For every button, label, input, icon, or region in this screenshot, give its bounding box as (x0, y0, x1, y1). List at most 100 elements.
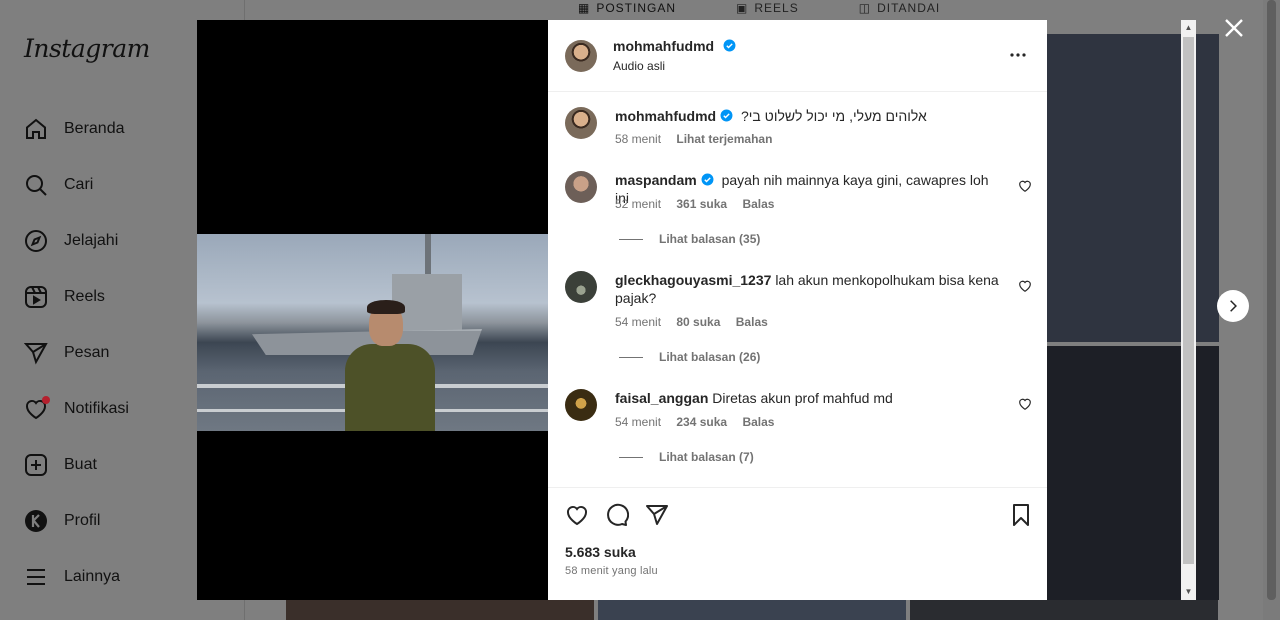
sidebar-item-jelajahi[interactable]: Jelajahi (24, 221, 118, 261)
more-options-button[interactable] (1009, 46, 1027, 64)
comment-time: 54 menit (615, 315, 662, 329)
post-like-count[interactable]: 5.683 suka (565, 544, 636, 560)
reply-button[interactable]: Balas (742, 415, 774, 429)
sidebar-item-label: Jelajahi (64, 232, 119, 249)
reels-icon (24, 285, 48, 309)
video-frame (197, 234, 548, 431)
divider (619, 356, 643, 358)
tab-ditandai[interactable]: ◫ DITANDAI (859, 0, 940, 16)
view-replies-label: Lihat balasan (26) (659, 350, 761, 364)
view-replies-button[interactable]: Lihat balasan (35) (619, 232, 760, 246)
next-post-button[interactable] (1217, 290, 1249, 322)
comment-username[interactable]: maspandam (615, 172, 697, 188)
avatar[interactable] (565, 107, 597, 139)
like-comment-heart-icon[interactable] (1018, 397, 1032, 411)
view-replies-label: Lihat balasan (7) (659, 450, 754, 464)
like-heart-icon[interactable] (565, 503, 589, 527)
reply-button[interactable]: Balas (742, 197, 774, 211)
sidebar-item-label: Lainnya (64, 568, 121, 585)
divider (619, 456, 643, 458)
post-author-username[interactable]: mohmahfudmd (613, 38, 714, 54)
compass-icon (24, 229, 48, 253)
search-icon (24, 173, 48, 197)
scroll-down-arrow-icon[interactable]: ▼ (1184, 587, 1193, 596)
comment-text: Diretas akun prof mahfud md (712, 390, 893, 406)
verified-badge-icon (723, 39, 736, 52)
tab-postingan[interactable]: ▦ POSTINGAN (578, 0, 676, 16)
sidebar-item-buat[interactable]: Buat (24, 445, 97, 485)
avatar[interactable] (565, 271, 597, 303)
comments-scrollbar[interactable]: ▲ ▼ (1181, 20, 1196, 600)
page-scrollbar-thumb[interactable] (1267, 0, 1276, 600)
sidebar-item-cari[interactable]: Cari (24, 165, 93, 205)
caption-time: 58 menit (615, 132, 662, 146)
avatar[interactable] (565, 171, 597, 203)
bookmark-icon[interactable] (1009, 503, 1033, 527)
tab-label: DITANDAI (877, 1, 941, 15)
chevron-right-icon (1230, 300, 1237, 312)
sidebar-item-label: Reels (64, 288, 105, 305)
post-details-panel: mohmahfudmd Audio asli mohmahfudmd אלוהי… (548, 20, 1047, 600)
grid-thumbnail[interactable] (910, 600, 1218, 620)
grid-icon: ▦ (578, 1, 591, 15)
sidebar-item-reels[interactable]: Reels (24, 277, 105, 317)
close-icon[interactable] (1222, 16, 1246, 40)
divider (619, 238, 643, 240)
comment-time: 52 menit (615, 197, 662, 211)
comment-likes[interactable]: 361 suka (676, 197, 727, 211)
comments-scrollbar-thumb[interactable] (1183, 37, 1194, 564)
video-scene (425, 234, 431, 279)
caption-username[interactable]: mohmahfudmd (615, 108, 716, 124)
sidebar-item-pesan[interactable]: Pesan (24, 333, 109, 373)
reply-button[interactable]: Balas (736, 315, 768, 329)
sidebar-item-profil[interactable]: Profil (24, 501, 100, 541)
reels-icon: ▣ (736, 1, 749, 15)
sidebar-item-label: Profil (64, 512, 101, 529)
sidebar-item-label: Notifikasi (64, 400, 129, 417)
tab-label: REELS (754, 1, 799, 15)
scroll-up-arrow-icon[interactable]: ▲ (1184, 23, 1193, 32)
post-actions: 5.683 suka 58 menit yang lalu (548, 487, 1047, 600)
grid-thumbnail[interactable] (598, 600, 906, 620)
sidebar-item-lainnya[interactable]: Lainnya (24, 557, 120, 597)
tag-icon: ◫ (858, 1, 872, 15)
sidebar-item-label: Pesan (64, 344, 110, 361)
post-media-video[interactable] (197, 20, 548, 600)
page-scrollbar[interactable] (1263, 0, 1280, 620)
post-header: mohmahfudmd Audio asli (548, 20, 1047, 92)
comment-likes[interactable]: 234 suka (676, 415, 727, 429)
avatar[interactable] (565, 40, 597, 72)
view-replies-label: Lihat balasan (35) (659, 232, 761, 246)
comment-time: 54 menit (615, 415, 662, 429)
see-translation-button[interactable]: Lihat terjemahan (676, 132, 772, 146)
grid-thumbnail[interactable] (286, 600, 594, 620)
audio-link[interactable]: Audio asli (613, 59, 665, 73)
verified-badge-icon (720, 109, 733, 122)
comment-bubble-icon[interactable] (605, 503, 629, 527)
ellipsis-icon (1010, 53, 1026, 57)
sidebar-item-label: Beranda (64, 120, 125, 137)
sidebar-item-label: Cari (64, 176, 94, 193)
view-replies-button[interactable]: Lihat balasan (7) (619, 450, 754, 464)
tab-label: POSTINGAN (596, 1, 677, 15)
comment-likes[interactable]: 80 suka (676, 315, 720, 329)
post-timestamp: 58 menit yang lalu (565, 565, 658, 577)
sidebar-item-beranda[interactable]: Beranda (24, 109, 125, 149)
like-comment-heart-icon[interactable] (1018, 279, 1032, 293)
caption-text: אלוהים מעלי, מי יכול לשלוט בי? (741, 108, 927, 124)
avatar[interactable] (565, 389, 597, 421)
comment-username[interactable]: gleckhagouyasmi_1237 (615, 272, 771, 288)
sidebar-item-label: Buat (64, 456, 97, 473)
tab-reels[interactable]: ▣ REELS (736, 0, 799, 16)
instagram-logo[interactable]: Instagram (24, 34, 150, 63)
comment-username[interactable]: faisal_anggan (615, 390, 708, 406)
menu-icon (24, 565, 48, 589)
send-icon (24, 341, 48, 365)
share-send-icon[interactable] (645, 503, 669, 527)
like-comment-heart-icon[interactable] (1018, 179, 1032, 193)
video-person (345, 300, 435, 431)
sidebar-item-notifikasi[interactable]: Notifikasi (24, 389, 129, 429)
view-replies-button[interactable]: Lihat balasan (26) (619, 350, 760, 364)
notification-dot (42, 396, 50, 404)
profile-tabs: ▦ POSTINGAN ▣ REELS ◫ DITANDAI (578, 0, 1000, 16)
